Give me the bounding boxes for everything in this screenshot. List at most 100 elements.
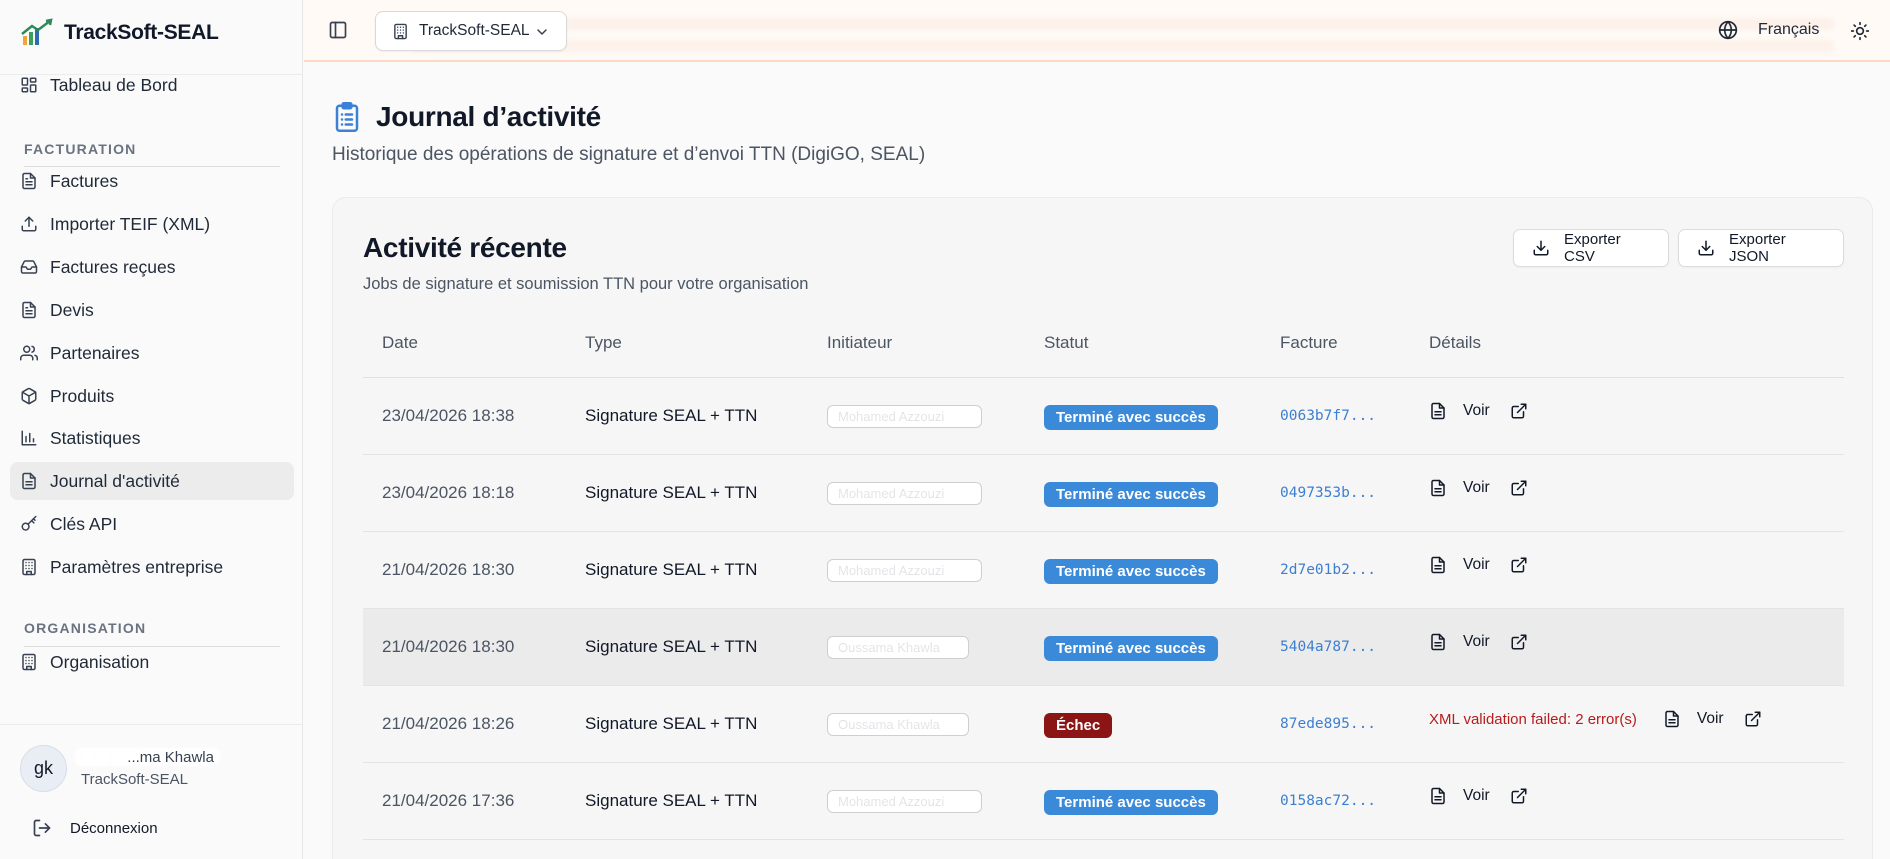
sidebar-item-label: Clés API: [50, 513, 118, 534]
details-cell: Voir: [1429, 402, 1528, 420]
column-header-details[interactable]: Détails: [1429, 333, 1481, 353]
cell-type: Signature SEAL + TTN: [585, 637, 758, 656]
column-header-status[interactable]: Statut: [1044, 333, 1088, 353]
initiator-chip: Mohamed Azzouzi: [827, 482, 982, 505]
status-badge: Terminé avec succès: [1044, 405, 1218, 430]
logout-icon: [32, 818, 52, 838]
building-icon: [392, 23, 409, 40]
users-icon: [20, 344, 38, 362]
external-link-icon[interactable]: [1510, 479, 1528, 497]
table-row[interactable]: 21/04/2026 17:36 Signature SEAL + TTN Moha…: [363, 763, 1844, 840]
clipboard-list-icon: [332, 100, 362, 134]
view-button[interactable]: Voir: [1429, 402, 1490, 420]
export-csv-button[interactable]: Exporter CSV: [1513, 229, 1669, 267]
sidebar-item-cles-api[interactable]: Clés API: [10, 505, 294, 543]
org-selector[interactable]: TrackSoft-SEAL: [375, 11, 567, 51]
download-icon: [1532, 239, 1550, 257]
avatar[interactable]: gk: [20, 745, 67, 792]
building-icon: [20, 558, 38, 576]
sidebar-item-statistiques[interactable]: Statistiques: [10, 419, 294, 457]
package-icon: [20, 387, 38, 405]
sidebar-item-factures-recues[interactable]: Factures reçues: [10, 248, 294, 286]
initiator-chip: Mohamed Azzouzi: [827, 790, 982, 813]
sidebar-item-partenaires[interactable]: Partenaires: [10, 334, 294, 372]
cell-date: 21/04/2026 18:30: [382, 560, 515, 579]
external-link-icon[interactable]: [1510, 633, 1528, 651]
column-header-initiator[interactable]: Initiateur: [827, 333, 892, 353]
sun-icon[interactable]: [1850, 21, 1870, 41]
details-cell: Voir: [1429, 479, 1528, 497]
cell-type: Signature SEAL + TTN: [585, 560, 758, 579]
logout-button[interactable]: Déconnexion: [32, 818, 158, 838]
sidebar-item-tableau-de-bord[interactable]: Tableau de Bord: [10, 66, 294, 104]
table-row[interactable]: 21/04/2026 18:26 Signature SEAL + TTN Ouss…: [363, 686, 1844, 763]
brand[interactable]: TrackSoft-SEAL: [20, 18, 219, 48]
view-button[interactable]: Voir: [1429, 479, 1490, 497]
user-name: ...ma Khawla: [75, 748, 220, 766]
page-title: Journal d’activité: [376, 101, 601, 132]
status-badge: Terminé avec succès: [1044, 559, 1218, 584]
table-row[interactable]: 21/04/2026 18:30 Signature SEAL + TTN Ouss…: [363, 609, 1844, 686]
invoice-link[interactable]: 0497353b...: [1280, 485, 1376, 501]
invoice-link[interactable]: 2d7e01b2...: [1280, 562, 1376, 578]
invoice-link[interactable]: 0158ac72...: [1280, 793, 1376, 809]
column-header-date[interactable]: Date: [382, 333, 418, 353]
external-link-icon[interactable]: [1510, 402, 1528, 420]
brand-name: TrackSoft-SEAL: [64, 21, 219, 44]
cell-date: 21/04/2026 18:26: [382, 714, 515, 733]
sidebar-item-importer-teif-xml[interactable]: Importer TEIF (XML): [10, 205, 294, 243]
cell-date: 21/04/2026 17:36: [382, 791, 515, 810]
inbox-icon: [20, 258, 38, 276]
column-header-type[interactable]: Type: [585, 333, 622, 353]
sidebar-item-label: Produits: [50, 385, 115, 406]
sidebar-item-devis[interactable]: Devis: [10, 291, 294, 329]
sidebar-item-organisation[interactable]: Organisation: [10, 643, 294, 681]
view-button[interactable]: Voir: [1663, 710, 1724, 728]
sidebar-item-parametres-entreprise[interactable]: Paramètres entreprise: [10, 548, 294, 586]
sidebar-toggle-icon[interactable]: [328, 20, 350, 42]
export-csv-label: Exporter CSV: [1564, 231, 1621, 265]
upload-icon: [20, 215, 38, 233]
globe-icon: [1718, 20, 1738, 40]
sidebar-item-produits[interactable]: Produits: [10, 377, 294, 415]
table-row[interactable]: 23/04/2026 18:18 Signature SEAL + TTN Moha…: [363, 455, 1844, 532]
section-label-facturation: FACTURATION: [24, 141, 137, 157]
file-text-icon: [1429, 479, 1447, 497]
invoice-link[interactable]: 87ede895...: [1280, 716, 1376, 732]
chevron-down-icon: [534, 24, 550, 40]
external-link-icon[interactable]: [1510, 787, 1528, 805]
invoice-link[interactable]: 0063b7f7...: [1280, 408, 1376, 424]
export-json-button[interactable]: Exporter JSON: [1678, 229, 1844, 267]
download-icon: [1697, 239, 1715, 257]
external-link-icon[interactable]: [1744, 710, 1762, 728]
cell-type: Signature SEAL + TTN: [585, 714, 758, 733]
view-label: Voir: [1463, 556, 1490, 573]
invoice-link[interactable]: 5404a787...: [1280, 639, 1376, 655]
view-label: Voir: [1463, 787, 1490, 804]
sidebar-item-factures[interactable]: Factures: [10, 162, 294, 200]
key-icon: [20, 515, 38, 533]
table-row[interactable]: 21/04/2026 18:30 Signature SEAL + TTN Moha…: [363, 532, 1844, 609]
error-message: XML validation failed: 2 error(s): [1429, 710, 1637, 728]
file-text-icon: [1429, 402, 1447, 420]
external-link-icon[interactable]: [1510, 556, 1528, 574]
sidebar: TrackSoft-SEAL Tableau de Bord FACTURATIO…: [0, 0, 303, 859]
view-button[interactable]: Voir: [1429, 633, 1490, 651]
initiator-chip: Mohamed Azzouzi: [827, 559, 982, 582]
bar-chart-icon: [20, 429, 38, 447]
sidebar-item-label: Paramètres entreprise: [50, 556, 224, 577]
column-header-invoice[interactable]: Facture: [1280, 333, 1338, 353]
sidebar-item-journal-d-activite[interactable]: Journal d'activité: [10, 462, 294, 500]
view-button[interactable]: Voir: [1429, 556, 1490, 574]
banner-background: [414, 10, 1834, 52]
view-label: Voir: [1463, 402, 1490, 419]
cell-type: Signature SEAL + TTN: [585, 406, 758, 425]
card-title: Activité récente: [363, 232, 567, 263]
language-selector[interactable]: Français: [1718, 20, 1819, 40]
org-selector-label: TrackSoft-SEAL: [419, 22, 530, 39]
view-button[interactable]: Voir: [1429, 787, 1490, 805]
cell-type: Signature SEAL + TTN: [585, 483, 758, 502]
initiator-chip: Mohamed Azzouzi: [827, 405, 982, 428]
view-label: Voir: [1696, 710, 1724, 727]
table-row[interactable]: 23/04/2026 18:38 Signature SEAL + TTN Moha…: [363, 378, 1844, 455]
